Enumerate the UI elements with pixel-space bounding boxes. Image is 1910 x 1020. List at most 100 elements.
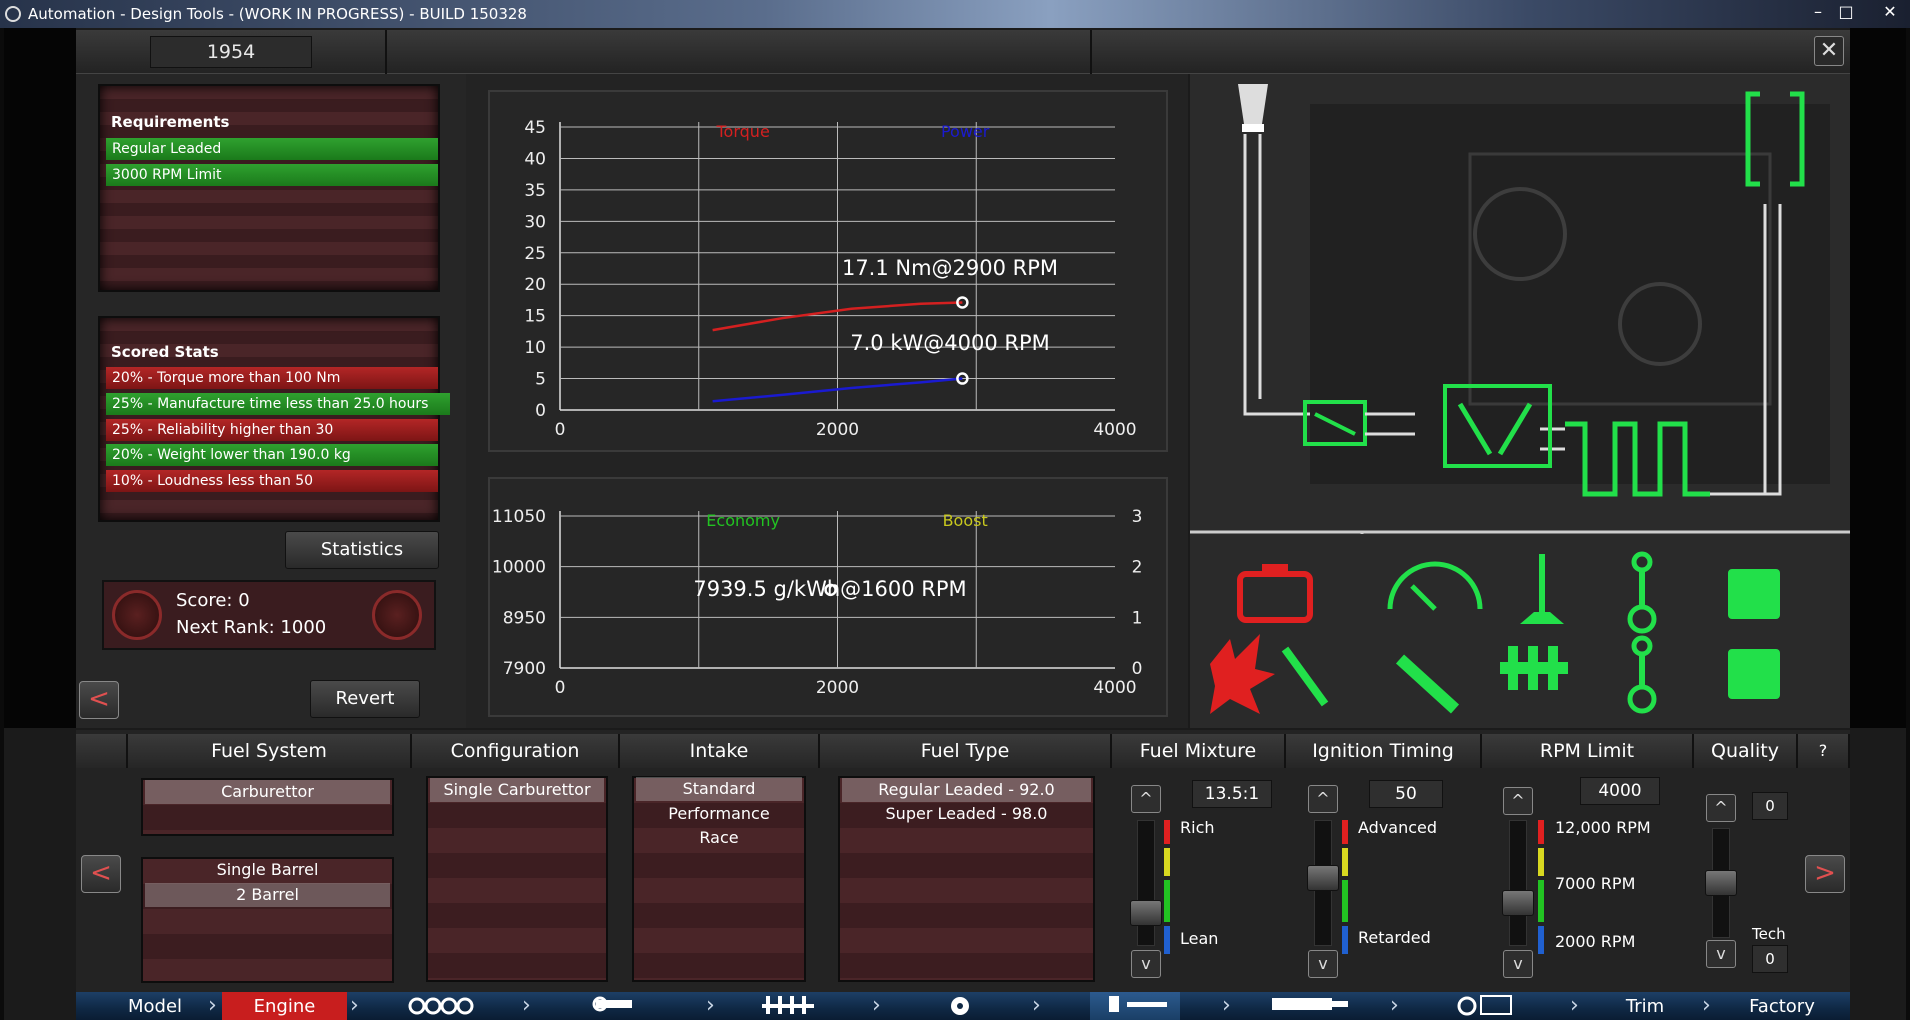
rpm-high-label: 12,000 RPM (1555, 818, 1651, 837)
tab-separator: › (1570, 993, 1579, 1018)
tab-turbo-icon[interactable] (940, 992, 980, 1020)
economy-boost-chart-box: 7900 8950 10000 11050 0 2000 4000 0 1 2 3 Economy Bo… (488, 477, 1168, 717)
economy-boost-chart: 7900895010000110500 2000 40000123Economy Bo… (492, 507, 1143, 698)
fuel-mixture-slider-track[interactable] (1137, 820, 1155, 946)
requirements-title: Requirements (111, 113, 230, 131)
app-window: Automation - Design Tools - (WORK IN PRO… (0, 0, 1910, 1020)
y-tick-label: 15 (524, 307, 546, 327)
ignition-timing-value: 50 (1369, 780, 1443, 808)
maximize-icon[interactable]: □ (1834, 2, 1858, 22)
fuel-mixture-up-button[interactable]: ^ (1131, 785, 1161, 813)
ignition-timing-slider-thumb[interactable] (1307, 865, 1339, 891)
quality-up-button[interactable]: ^ (1706, 794, 1736, 822)
tab-factory[interactable]: Factory (1722, 992, 1842, 1020)
window-close-icon[interactable]: ✕ (1878, 2, 1902, 22)
quality-slider-thumb[interactable] (1705, 870, 1737, 896)
legend-economy: Economy (706, 511, 780, 530)
tab-model[interactable]: Model (100, 992, 210, 1020)
y2-tick-label: 0 (1132, 659, 1143, 679)
carburettor-type-option[interactable]: 2 Barrel (145, 883, 390, 907)
y2-tick-label: 1 (1132, 608, 1143, 628)
legend-power: Power (941, 122, 990, 141)
tab-trim[interactable]: Trim (1605, 992, 1685, 1020)
window-title: Automation - Design Tools - (WORK IN PRO… (28, 5, 527, 23)
statistics-button[interactable]: Statistics (285, 531, 439, 569)
tab-test-icon[interactable] (1450, 992, 1520, 1020)
y-tick-label: 11050 (492, 507, 546, 527)
rich-indicator (1164, 820, 1170, 844)
configuration-option[interactable]: Single Carburettor (430, 778, 604, 802)
x-tick-label: 4000 (1093, 678, 1136, 698)
retarded-label: Retarded (1358, 928, 1431, 947)
column-header-fuel-type: Fuel Type (820, 734, 1112, 768)
mid-indicator (1538, 880, 1544, 922)
quality-value: 0 (1752, 792, 1788, 820)
column-header-fuel-system: Fuel System (128, 734, 412, 768)
rpm-limit-slider-thumb[interactable] (1502, 890, 1534, 916)
retarded-indicator (1342, 926, 1348, 954)
requirement-item: 3000 RPM Limit (106, 164, 438, 186)
tab-head-icon[interactable] (585, 992, 645, 1020)
engine-diagram-panel (1190, 74, 1850, 728)
column-header-rpm-limit: RPM Limit (1482, 734, 1694, 768)
topbar-divider (1090, 30, 1092, 74)
rpm-limit-up-button[interactable]: ^ (1503, 787, 1533, 815)
high-rpm-indicator (1538, 820, 1544, 844)
rpm-low-label: 2000 RPM (1555, 932, 1636, 951)
x-tick-label: 0 (555, 678, 566, 698)
y2-tick-label: 3 (1132, 507, 1143, 527)
torque-peak-annotation: 17.1 Nm@2900 RPM (842, 256, 1058, 280)
mid-indicator (1164, 880, 1170, 922)
score-label: Score: 0 (176, 590, 250, 611)
fuel-type-option[interactable]: Regular Leaded - 92.0 (842, 778, 1091, 802)
economy-annotation: 7939.5 g/kWh@1600 RPM (693, 577, 966, 601)
help-button[interactable]: ? (1798, 734, 1850, 768)
fuel-mixture-slider-thumb[interactable] (1130, 900, 1162, 926)
y-tick-label: 35 (524, 181, 546, 201)
rank-left-icon (112, 590, 162, 640)
quality-down-button[interactable]: v (1706, 940, 1736, 968)
cylinder-head-icon (592, 996, 632, 1012)
x-tick-label: 2000 (816, 678, 859, 698)
x-tick-label: 2000 (816, 420, 859, 440)
fuel-system-option[interactable]: Carburettor (145, 780, 390, 804)
ignition-timing-down-button[interactable]: v (1308, 950, 1338, 978)
rpm-limit-down-button[interactable]: v (1503, 950, 1533, 978)
intake-option[interactable]: Standard (636, 777, 802, 801)
close-button[interactable]: ✕ (1814, 36, 1844, 66)
tab-block-icon[interactable] (400, 992, 480, 1020)
mid-indicator (1342, 848, 1348, 876)
fuel-pump-icon (1109, 996, 1167, 1012)
torque-power-chart-box: 0 5 10 15 20 25 30 35 40 45 0 2000 4000 Torque Power 17… (488, 90, 1168, 452)
revert-button[interactable]: Revert (310, 680, 420, 718)
next-page-button[interactable]: > (1805, 855, 1845, 893)
advanced-indicator (1342, 820, 1348, 844)
carburettor-type-option[interactable]: Single Barrel (145, 858, 390, 882)
app-icon (5, 6, 21, 22)
tech-value: 0 (1752, 945, 1788, 973)
y2-tick-label: 2 (1132, 558, 1143, 578)
tab-engine[interactable]: Engine (222, 992, 347, 1020)
crank-icon (762, 996, 814, 1014)
back-arrow-button[interactable]: < (79, 681, 119, 719)
y-tick-label: 8950 (503, 608, 546, 628)
exhaust-pipe-icon (1272, 998, 1348, 1010)
ignition-timing-up-button[interactable]: ^ (1308, 785, 1338, 813)
tab-fuel-icon[interactable] (1090, 992, 1180, 1020)
scored-stat-item: 20% - Weight lower than 190.0 kg (106, 444, 438, 466)
left-border (4, 28, 76, 728)
tab-separator: › (208, 993, 217, 1018)
tab-separator: › (706, 993, 715, 1018)
intake-option[interactable]: Performance (636, 802, 802, 826)
prev-page-button[interactable]: < (81, 855, 121, 893)
minimize-icon[interactable]: – (1806, 2, 1830, 22)
fuel-type-option[interactable]: Super Leaded - 98.0 (842, 802, 1091, 826)
tab-exhaust-icon[interactable] (1265, 992, 1355, 1020)
fuel-mixture-down-button[interactable]: v (1131, 950, 1161, 978)
tab-bottom-end-icon[interactable] (755, 992, 825, 1020)
intake-option[interactable]: Race (636, 826, 802, 850)
y-tick-label: 10 (524, 338, 546, 358)
y-tick-label: 7900 (503, 659, 546, 679)
torque-power-chart: 0 5 10 15 20 25 30 35 40 45 0 2000 4000 Torque Power 17… (524, 118, 1136, 440)
rpm-limit-slider-track[interactable] (1509, 820, 1527, 946)
